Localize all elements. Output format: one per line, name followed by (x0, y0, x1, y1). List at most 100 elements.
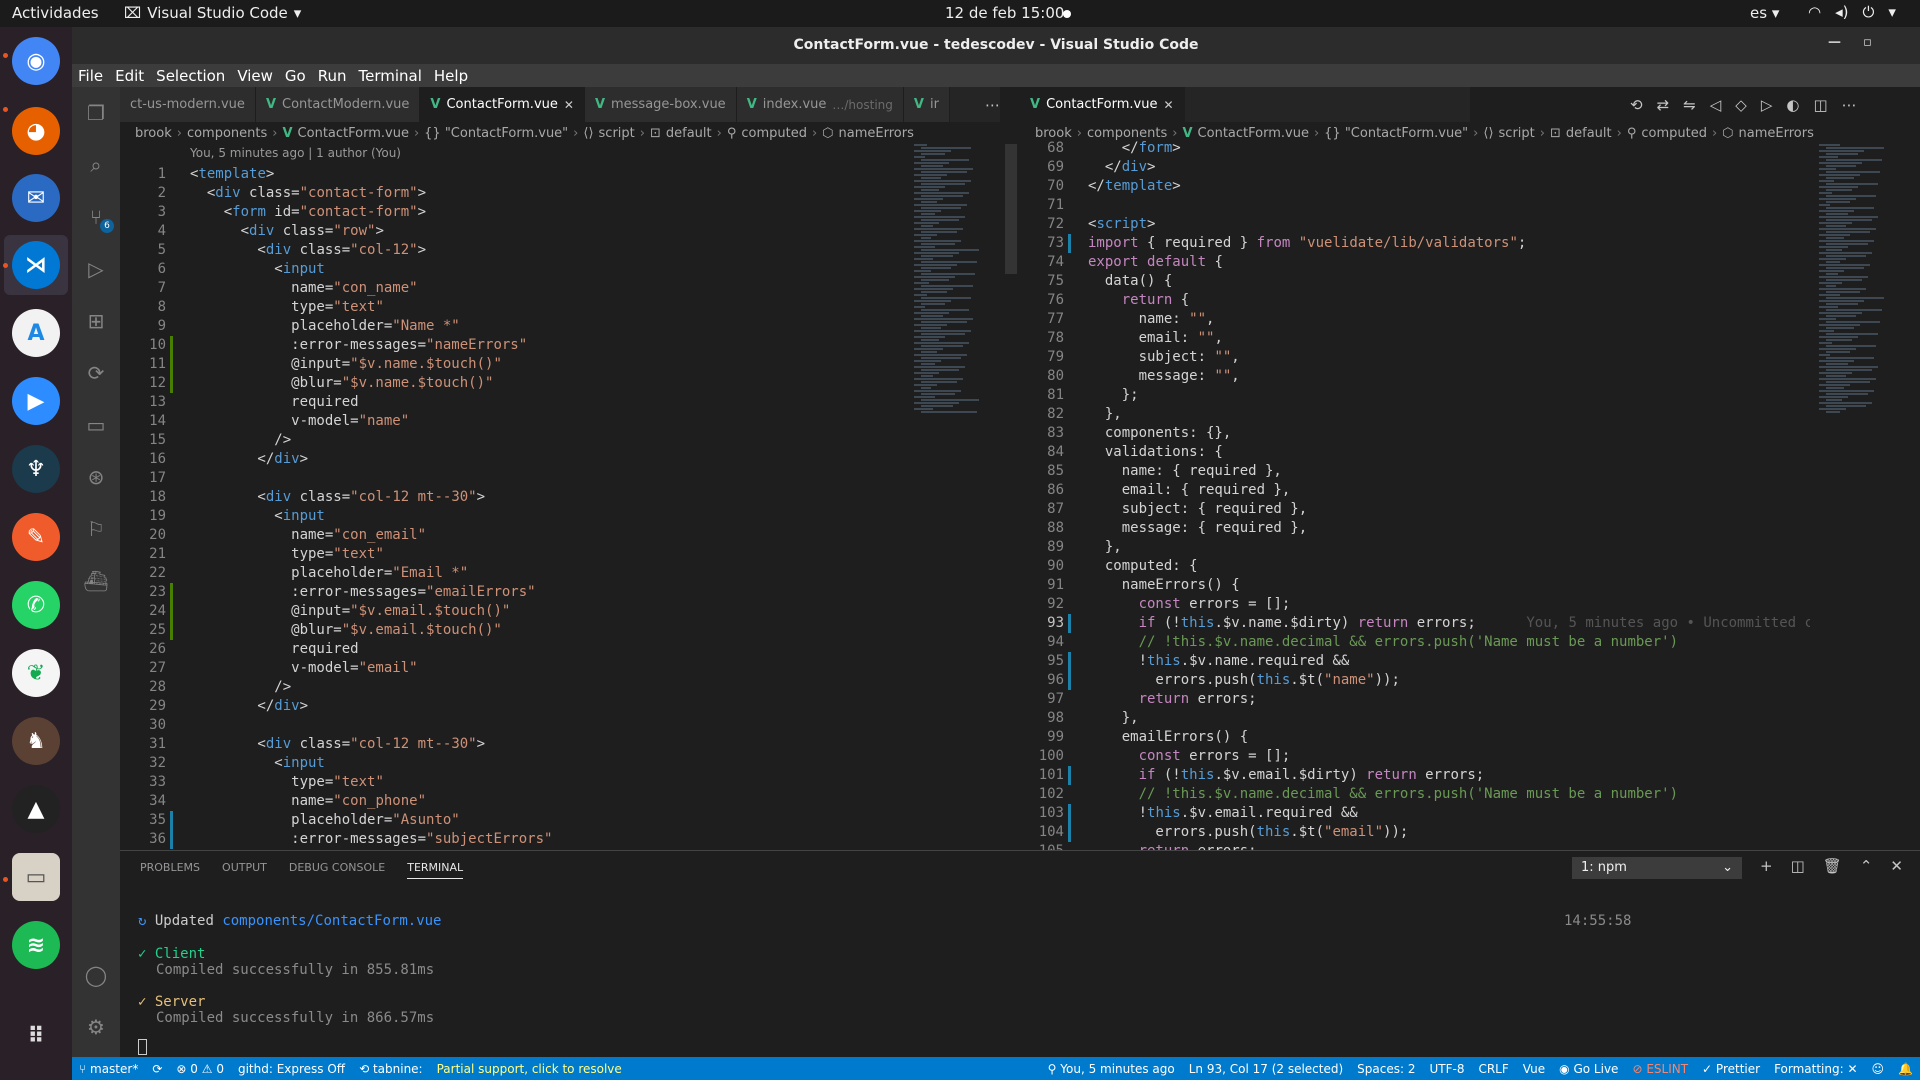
breadcrumb-item[interactable]: brook (135, 126, 172, 141)
code-line[interactable]: <input (190, 260, 552, 279)
timeline-icon[interactable]: ⟲ (1630, 96, 1643, 114)
split-editor-icon[interactable]: ◫ (1813, 96, 1827, 114)
code-line[interactable]: v-model="email" (190, 659, 552, 678)
code-line[interactable]: name: "", (1088, 310, 1810, 329)
code-line[interactable]: // !this.$v.name.decimal && errors.push(… (1088, 633, 1810, 652)
right-editor[interactable]: 68 69 70 71 72 73 74 75 76 77 78 79 80 81 82 83 84 85 86 87… (1020, 139, 1810, 850)
vscode-dock-icon[interactable]: ⋊ (12, 241, 60, 289)
code-line[interactable]: <div class="col-12 mt--30"> (190, 488, 552, 507)
git-lens-icon[interactable]: ◐ (1786, 96, 1799, 114)
terminal-cursor[interactable] (138, 1039, 147, 1055)
menu-help[interactable]: Help (434, 67, 468, 85)
code-line[interactable]: </div> (190, 450, 552, 469)
eslint-status[interactable]: ⊘ ESLINT (1625, 1062, 1695, 1076)
menu-file[interactable]: File (78, 67, 103, 85)
bookmark-icon[interactable]: ⚐ (72, 509, 120, 549)
terminal-select[interactable]: 1: npm ⌄ (1572, 857, 1742, 879)
bell-icon[interactable]: 🔔 (1891, 1062, 1920, 1076)
more-actions-icon[interactable]: ⋯ (1842, 96, 1857, 114)
trash-icon[interactable]: 🗑 (1823, 857, 1842, 875)
code-line[interactable]: data() { (1088, 272, 1810, 291)
code-line[interactable]: }, (1088, 709, 1810, 728)
left-editor[interactable]: 1 2 3 4 5 6 7 8 9 10 11 12 13 14 15 16 17 18 19 20 21 22 23 24 2… (120, 165, 1010, 850)
code-line[interactable]: <input (190, 507, 552, 526)
language-mode[interactable]: Vue (1516, 1062, 1552, 1076)
code-line[interactable]: !this.$v.name.required && (1088, 652, 1810, 671)
tabnine-status[interactable]: ⟲ tabnine: (352, 1062, 430, 1076)
code-line[interactable]: type="text" (190, 773, 552, 792)
code-line[interactable]: email: { required }, (1088, 481, 1810, 500)
code-line[interactable]: validations: { (1088, 443, 1810, 462)
code-line[interactable]: return errors; (1088, 690, 1810, 709)
menu-run[interactable]: Run (318, 67, 347, 85)
editor-tab[interactable]: Vindex.vue …/hosting (736, 87, 904, 122)
code-line[interactable]: </div> (190, 697, 552, 716)
code-line[interactable]: placeholder="Name *" (190, 317, 552, 336)
thunderbird-icon[interactable]: ✉ (12, 174, 60, 222)
code-line[interactable]: required (190, 393, 552, 412)
code-line[interactable]: <form id="contact-form"> (190, 203, 552, 222)
editor-tab[interactable]: V ContactForm.vue ✕ (1020, 87, 1185, 122)
next-icon[interactable]: ▷ (1761, 96, 1773, 114)
code-line[interactable]: name: { required }, (1088, 462, 1810, 481)
code-line[interactable]: @input="$v.name.$touch()" (190, 355, 552, 374)
search-icon[interactable]: ⌕ (72, 145, 120, 185)
sync-icon[interactable]: ⟳ (145, 1062, 169, 1076)
code-line[interactable]: <div class="row"> (190, 222, 552, 241)
maximize-icon[interactable]: ▫ (1863, 35, 1872, 50)
explorer-icon[interactable]: ❐ (72, 93, 120, 133)
code-line[interactable]: <template> (190, 165, 552, 184)
close-icon[interactable]: ✕ (1163, 98, 1173, 112)
code-line[interactable]: const errors = []; (1088, 747, 1810, 766)
code-line[interactable] (1088, 196, 1810, 215)
close-panel-icon[interactable]: ✕ (1890, 857, 1903, 875)
code-line[interactable]: required (190, 640, 552, 659)
code-line[interactable]: <div class="col-12 mt--30"> (190, 735, 552, 754)
split-terminal-icon[interactable]: ◫ (1791, 857, 1805, 875)
extensions-icon[interactable]: ⊞ (72, 301, 120, 341)
prettier-status[interactable]: ✓ Prettier (1695, 1062, 1767, 1076)
code-line[interactable]: errors.push(this.$t("name")); (1088, 671, 1810, 690)
left-scrollbar[interactable] (1005, 144, 1017, 274)
code-line[interactable]: type="text" (190, 545, 552, 564)
code-line[interactable]: :error-messages="nameErrors" (190, 336, 552, 355)
code-line[interactable]: import { required } from "vuelidate/lib/… (1088, 234, 1810, 253)
new-terminal-icon[interactable]: + (1760, 857, 1773, 875)
menu-edit[interactable]: Edit (115, 67, 144, 85)
problems-indicator[interactable]: ⊗ 0 ⚠ 0 (169, 1062, 231, 1076)
branch-indicator[interactable]: ⑂ master* (72, 1062, 145, 1076)
code-line[interactable]: if (!this.$v.email.$dirty) return errors… (1088, 766, 1810, 785)
cursor-position[interactable]: Ln 93, Col 17 (2 selected) (1182, 1062, 1350, 1076)
code-line[interactable]: <div class="contact-form"> (190, 184, 552, 203)
app-menu[interactable]: ⌧ Visual Studio Code ▾ (124, 4, 301, 22)
code-line[interactable]: <div class="col-12"> (190, 241, 552, 260)
code-line[interactable]: }; (1088, 386, 1810, 405)
tab-problems[interactable]: PROBLEMS (140, 861, 200, 879)
code-line[interactable]: const errors = []; (1088, 595, 1810, 614)
code-line[interactable]: </div> (1088, 158, 1810, 177)
code-line[interactable]: components: {}, (1088, 424, 1810, 443)
menu-terminal[interactable]: Terminal (359, 67, 422, 85)
editor-tab[interactable]: V ContactModern.vue (255, 87, 421, 122)
maximize-panel-icon[interactable]: ⌃ (1860, 857, 1873, 875)
code-line[interactable]: }, (1088, 538, 1810, 557)
code-line[interactable]: placeholder="Email *" (190, 564, 552, 583)
tab-debug-console[interactable]: DEBUG CONSOLE (289, 861, 385, 879)
code-line[interactable]: /> (190, 678, 552, 697)
inkscape-icon[interactable]: ▲ (12, 785, 60, 833)
zoom-icon[interactable]: ▶ (12, 377, 60, 425)
app-store-icon[interactable]: A (12, 309, 60, 357)
sync-icon[interactable]: ⇄ (1657, 96, 1670, 114)
prev-change-icon[interactable]: ◁ (1710, 96, 1722, 114)
formatting-status[interactable]: Formatting: ✕ (1767, 1062, 1864, 1076)
code-line[interactable]: subject: { required }, (1088, 500, 1810, 519)
code-line[interactable]: </template> (1088, 177, 1810, 196)
code-line[interactable]: @blur="$v.name.$touch()" (190, 374, 552, 393)
code-line[interactable]: // !this.$v.name.decimal && errors.push(… (1088, 785, 1810, 804)
code-line[interactable]: return { (1088, 291, 1810, 310)
code-area[interactable]: </form> </div> </template> <script> import… (1088, 139, 1810, 850)
code-line[interactable]: type="text" (190, 298, 552, 317)
editor-tab[interactable]: Vir (903, 87, 950, 122)
code-line[interactable]: emailErrors() { (1088, 728, 1810, 747)
code-line[interactable]: return errors; (1088, 842, 1810, 850)
